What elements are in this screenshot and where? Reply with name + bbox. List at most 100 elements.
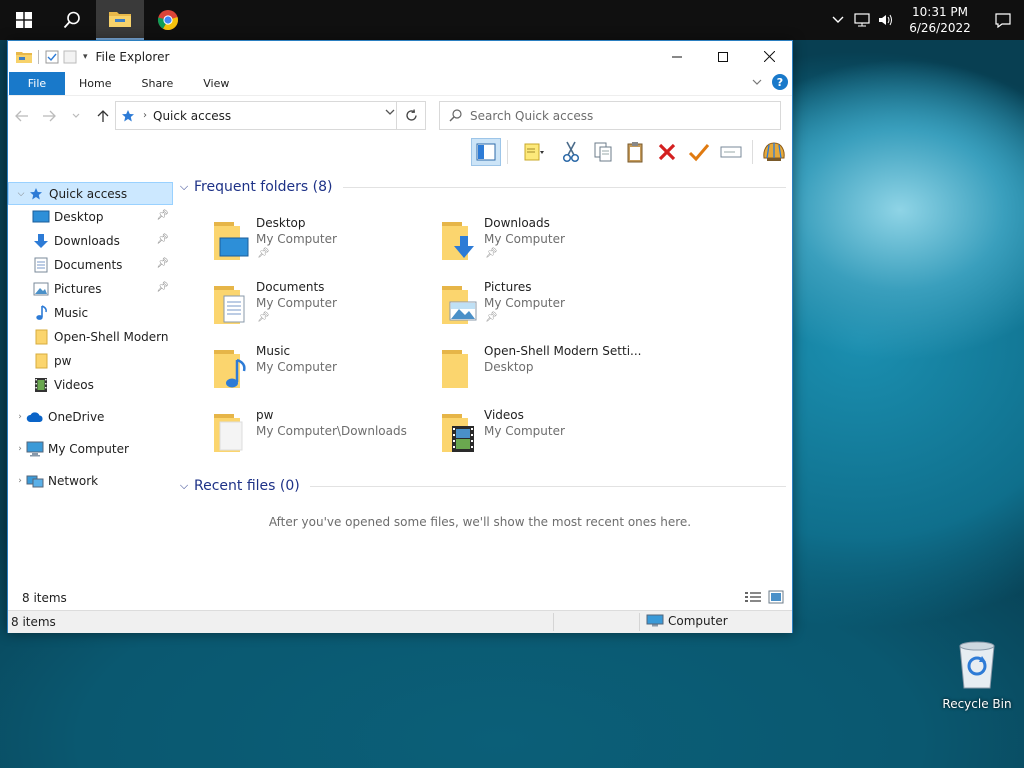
- search-placeholder: Search Quick access: [470, 108, 594, 123]
- chevron-right-icon[interactable]: ›: [14, 476, 26, 486]
- folder-name: Desktop: [256, 216, 306, 230]
- nav-downloads[interactable]: Downloads 📌︎: [8, 229, 173, 253]
- nav-documents[interactable]: Documents 📌︎: [8, 253, 173, 277]
- maximize-button[interactable]: [700, 41, 746, 72]
- select-button[interactable]: [684, 138, 714, 166]
- taskbar-search-button[interactable]: [48, 0, 96, 40]
- tab-share[interactable]: Share: [126, 72, 188, 95]
- taskbar-clock[interactable]: 10:31 PM 6/26/2022: [898, 4, 982, 36]
- checkmark-icon: [688, 144, 710, 162]
- classic-status-bar: 8 items Computer: [8, 610, 792, 633]
- start-button[interactable]: [0, 0, 48, 40]
- taskbar-chrome[interactable]: [144, 0, 192, 40]
- breadcrumb-separator-icon: ›: [143, 110, 147, 121]
- chevron-down-icon[interactable]: ⌵: [15, 189, 27, 199]
- expand-ribbon-icon[interactable]: [752, 78, 762, 86]
- action-center-button[interactable]: [982, 0, 1024, 40]
- details-view-icon[interactable]: [744, 590, 762, 604]
- address-bar[interactable]: › Quick access: [115, 101, 426, 130]
- nav-label: My Computer: [48, 442, 129, 456]
- nav-open-shell-modern[interactable]: Open-Shell Modern: [8, 325, 173, 349]
- nav-label: Pictures: [54, 282, 102, 296]
- nav-label: pw: [54, 354, 72, 368]
- delete-button[interactable]: [652, 138, 682, 166]
- open-shell-settings-button[interactable]: [759, 138, 789, 166]
- nav-pw[interactable]: pw: [8, 349, 173, 373]
- recent-files-header[interactable]: ⌵ Recent files (0): [174, 474, 786, 498]
- chrome-icon: [157, 10, 178, 31]
- pin-icon: 📌︎: [156, 282, 169, 293]
- documents-folder-icon: [214, 286, 245, 324]
- folder-tile-documents[interactable]: Documents My Computer 📌︎: [174, 278, 400, 338]
- nav-music[interactable]: Music: [8, 301, 173, 325]
- tray-volume-button[interactable]: [874, 0, 898, 40]
- system-tray: 10:31 PM 6/26/2022: [826, 0, 1024, 40]
- chevron-down-icon: [72, 113, 79, 118]
- large-icons-view-icon[interactable]: [768, 590, 784, 604]
- desktop-folder-icon: [214, 222, 249, 260]
- group-divider: [309, 485, 786, 487]
- folder-tile-pictures[interactable]: Pictures My Computer 📌︎: [402, 278, 628, 338]
- address-dropdown-icon[interactable]: [385, 108, 395, 119]
- qat-customize-icon[interactable]: ▾: [83, 52, 88, 62]
- nav-pictures[interactable]: Pictures 📌︎: [8, 277, 173, 301]
- nav-my-computer[interactable]: › My Computer: [8, 437, 173, 461]
- refresh-button[interactable]: [396, 102, 425, 129]
- recycle-bin-label: Recycle Bin: [942, 697, 1012, 711]
- explorer-app-icon: [16, 51, 32, 63]
- search-box[interactable]: Search Quick access: [439, 101, 781, 130]
- folder-tile-open-shell[interactable]: Open-Shell Modern Setti... Desktop: [402, 342, 642, 402]
- nav-videos[interactable]: Videos: [8, 373, 173, 397]
- back-button[interactable]: [8, 101, 35, 131]
- download-arrow-icon: [32, 233, 50, 249]
- search-icon: [449, 109, 462, 122]
- tab-home[interactable]: Home: [65, 72, 126, 95]
- folder-location: Desktop: [484, 360, 534, 374]
- nav-onedrive[interactable]: › OneDrive: [8, 405, 173, 429]
- tray-overflow-button[interactable]: [826, 0, 850, 40]
- arrow-right-icon: [42, 110, 56, 121]
- refresh-icon: [405, 109, 417, 121]
- cut-button[interactable]: [556, 138, 586, 166]
- computer-icon: [26, 441, 44, 457]
- forward-button[interactable]: [35, 101, 62, 131]
- up-button[interactable]: [89, 101, 116, 131]
- tray-network-button[interactable]: [850, 0, 874, 40]
- frequent-folders-header[interactable]: ⌵ Frequent folders (8): [174, 175, 786, 199]
- computer-icon: [646, 614, 664, 627]
- tab-view[interactable]: View: [188, 72, 244, 95]
- taskbar-file-explorer[interactable]: [96, 0, 144, 40]
- address-path[interactable]: Quick access: [153, 109, 231, 123]
- folder-location: My Computer\Downloads: [256, 424, 407, 438]
- copy-button[interactable]: [588, 138, 618, 166]
- folder-tile-music[interactable]: Music My Computer: [174, 342, 400, 402]
- nav-network[interactable]: › Network: [8, 469, 173, 493]
- recent-locations-button[interactable]: [62, 101, 89, 131]
- paste-button[interactable]: [620, 138, 650, 166]
- nav-label: Downloads: [54, 234, 120, 248]
- desktop-icon-recycle-bin[interactable]: Recycle Bin: [940, 640, 1014, 711]
- navigation-pane: ⌵ Quick access Desktop 📌︎ Downloads 📌︎ D…: [8, 182, 173, 602]
- navigation-pane-button[interactable]: [471, 138, 501, 166]
- folder-tile-videos[interactable]: Videos My Computer: [402, 406, 628, 466]
- music-folder-icon: [214, 350, 246, 388]
- recent-files-empty-message: After you've opened some files, we'll sh…: [268, 515, 692, 529]
- pin-icon: 📌︎: [485, 312, 498, 323]
- chevron-right-icon[interactable]: ›: [14, 412, 26, 422]
- folder-tile-downloads[interactable]: Downloads My Computer 📌︎: [402, 214, 628, 274]
- new-folder-icon[interactable]: [63, 50, 77, 64]
- chevron-right-icon[interactable]: ›: [14, 444, 26, 454]
- nav-quick-access[interactable]: ⌵ Quick access: [8, 182, 173, 205]
- minimize-button[interactable]: [654, 41, 700, 72]
- folder-tile-pw[interactable]: pw My Computer\Downloads: [174, 406, 407, 466]
- rename-button[interactable]: [716, 138, 746, 166]
- properties-icon[interactable]: [45, 50, 59, 64]
- nav-desktop[interactable]: Desktop 📌︎: [8, 205, 173, 229]
- folder-tile-desktop[interactable]: Desktop My Computer 📌︎: [174, 214, 400, 274]
- tab-file[interactable]: File: [9, 72, 65, 95]
- star-icon: [27, 186, 45, 202]
- help-button[interactable]: ?: [772, 74, 788, 90]
- close-button[interactable]: [746, 41, 792, 72]
- properties-button[interactable]: [514, 138, 554, 166]
- pin-icon: 📌︎: [257, 312, 270, 323]
